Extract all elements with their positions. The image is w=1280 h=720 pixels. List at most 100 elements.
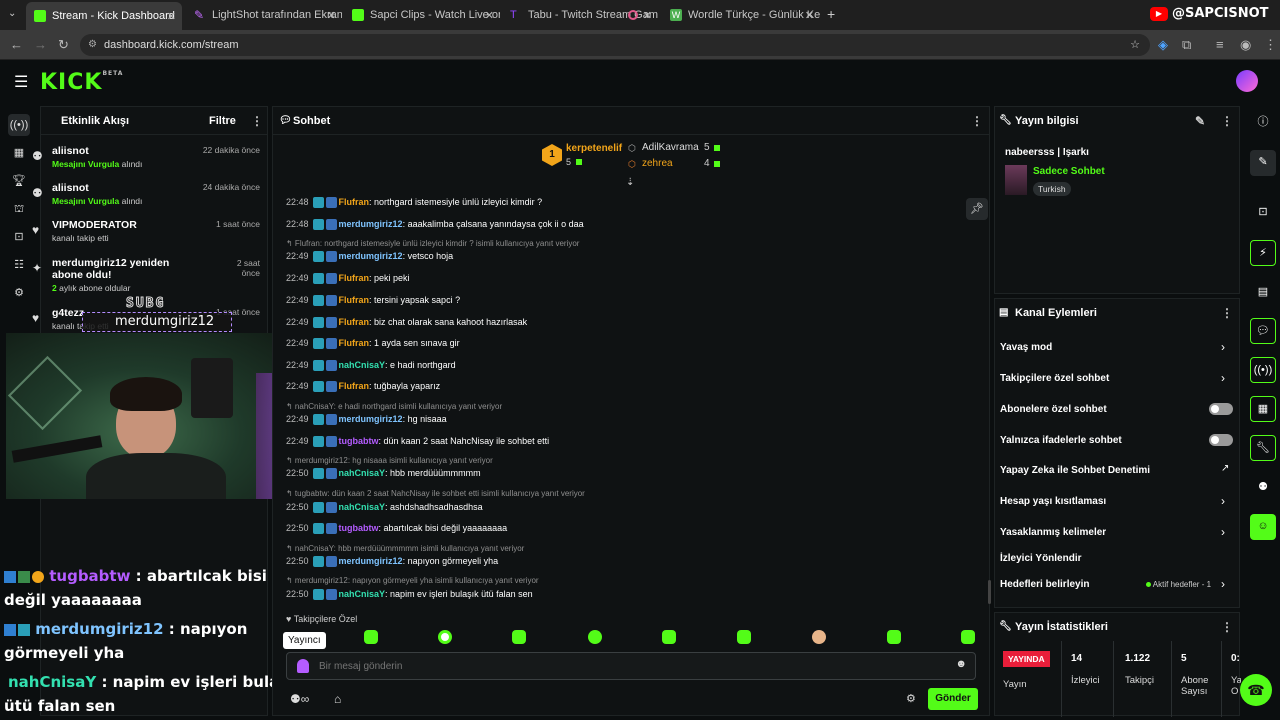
message-username[interactable]: merdumgiriz12 xyxy=(339,251,403,261)
activity-user[interactable]: merdumgiriz12 yeniden abone oldu! xyxy=(52,257,202,281)
reply-context[interactable]: ↰ tugbabtw: dün kaan 2 saat NahcNisay il… xyxy=(286,489,585,498)
tab-search-icon[interactable]: ⌄ xyxy=(8,8,16,19)
tab-close-icon[interactable]: ✕ xyxy=(643,9,652,22)
tab-close-icon[interactable]: ✕ xyxy=(485,9,494,22)
chat-message[interactable]: 22:50 nahCnisaY: ashdshadhsadhasdhsa xyxy=(286,502,483,514)
leader-name[interactable]: kerpetenelif xyxy=(566,143,622,154)
bookmark-star-icon[interactable]: ☆ xyxy=(1130,34,1140,56)
chat-message[interactable]: 22:50 tugbabtw: abartılcak bisi değil yaa… xyxy=(286,523,507,535)
message-username[interactable]: nahCnisaY xyxy=(339,502,386,512)
stream-category[interactable]: Sadece Sohbet xyxy=(1033,166,1105,177)
reply-context[interactable]: ↰ nahCnisaY: e hadi northgard isimli kul… xyxy=(286,402,502,411)
scrollbar[interactable] xyxy=(988,580,991,604)
tab-close-icon[interactable]: ✕ xyxy=(167,10,176,23)
chevron-right-icon[interactable]: › xyxy=(1221,494,1225,508)
more-options-icon[interactable]: ⋮ xyxy=(251,107,263,135)
external-link-icon[interactable]: ↗ xyxy=(1221,463,1229,474)
media-icon[interactable]: ≡ xyxy=(1216,37,1224,52)
message-username[interactable]: merdumgiriz12 xyxy=(339,219,403,229)
message-username[interactable]: Flufran xyxy=(339,381,370,391)
users-icon[interactable]: ☷ xyxy=(11,257,27,273)
kick-logo[interactable]: KICKBETA xyxy=(40,70,123,95)
points-icon[interactable]: ⚉∞ xyxy=(290,692,309,706)
stats-more-icon[interactable]: ⋮ xyxy=(1221,613,1233,641)
trophy-icon[interactable]: 🏆︎ xyxy=(11,173,27,189)
broadcast-popout-icon[interactable]: ((•)) xyxy=(1250,357,1276,383)
emote-icon[interactable] xyxy=(812,630,826,644)
chat-message[interactable]: 22:49 tugbabtw: dün kaan 2 saat NahcNisay… xyxy=(286,436,549,448)
forward-icon[interactable]: → xyxy=(34,37,47,52)
leader-name[interactable]: AdilKavrama xyxy=(642,142,699,153)
reply-context[interactable]: ↰ nahCnisaY: hbb merdüüümmmmm isimli kul… xyxy=(286,544,524,553)
lightning-icon[interactable]: ⚡︎ xyxy=(1250,240,1276,266)
profile-icon[interactable]: ◉ xyxy=(1240,37,1251,53)
chevron-right-icon[interactable]: › xyxy=(1221,371,1225,385)
back-icon[interactable]: ← xyxy=(10,37,23,52)
pin-icon[interactable]: 📌︎ xyxy=(966,198,988,220)
document-icon[interactable]: ▤ xyxy=(1250,280,1276,306)
community-popout-icon[interactable]: ⚉ xyxy=(1250,475,1276,501)
chat-message-input[interactable] xyxy=(319,658,939,674)
message-username[interactable]: Flufran xyxy=(339,338,370,348)
support-icon[interactable]: ☎ xyxy=(1240,674,1272,706)
emote-icon[interactable] xyxy=(512,630,526,644)
message-username[interactable]: Flufran xyxy=(339,317,370,327)
screen-capture-icon[interactable]: ⊡ xyxy=(1250,200,1276,226)
emote-icon[interactable] xyxy=(887,630,901,644)
chat-message[interactable]: 22:48 merdumgiriz12: aaakalimba çalsana y… xyxy=(286,219,584,231)
set-goals-action[interactable]: Hedefleri belirleyin xyxy=(1000,579,1089,590)
channel-actions-more-icon[interactable]: ⋮ xyxy=(1221,299,1233,327)
slow-mode-action[interactable]: Yavaş mod xyxy=(1000,342,1052,353)
reply-context[interactable]: ↰ Flufran: northgard istemesiyle ünlü iz… xyxy=(286,239,579,248)
followers-only-action[interactable]: Takipçilere özel sohbet xyxy=(1000,373,1109,384)
chat-message[interactable]: 22:49 nahCnisaY: e hadi northgard xyxy=(286,360,456,372)
url-field[interactable]: ⚙ dashboard.kick.com/stream ☆ xyxy=(80,34,1150,56)
subscribers-only-toggle[interactable] xyxy=(1209,403,1233,415)
tools-icon[interactable]: 🔧︎ xyxy=(1250,435,1276,461)
emote-icon[interactable] xyxy=(438,630,452,644)
emote-icon[interactable] xyxy=(961,630,975,644)
emote-icon[interactable] xyxy=(662,630,676,644)
tab-lightshot[interactable]: ✎ LightShot tarafından Ekran Gör ✕ xyxy=(186,4,342,26)
analytics-icon[interactable]: ▦ xyxy=(11,145,27,161)
chevron-right-icon[interactable]: › xyxy=(1221,577,1225,591)
chat-message[interactable]: 22:50 nahCnisaY: hbb merdüüümmmmm xyxy=(286,468,481,480)
reply-context[interactable]: ↰ merdumgiriz12: napıyon görmeyeli yha i… xyxy=(286,576,539,585)
emotes-only-toggle[interactable] xyxy=(1209,434,1233,446)
leader-name[interactable]: zehrea xyxy=(642,158,673,169)
chat-message[interactable]: 22:49 Flufran: peki peki xyxy=(286,273,410,285)
redirect-viewers-action[interactable]: İzleyici Yönlendir xyxy=(1000,553,1082,564)
info-icon[interactable]: ⓘ xyxy=(1250,110,1276,136)
tab-kick-dashboard[interactable]: Stream - Kick Dashboard ✕ xyxy=(26,2,182,30)
extension-icon[interactable]: ◈ xyxy=(1158,37,1168,53)
chevron-right-icon[interactable]: › xyxy=(1221,340,1225,354)
chat-message[interactable]: 22:49 merdumgiriz12: vetsco hoja xyxy=(286,251,453,263)
reply-context[interactable]: ↰ merdumgiriz12: hg nisaaa isimli kullan… xyxy=(286,456,493,465)
settings-icon[interactable]: ⚙ xyxy=(11,285,27,301)
community-icon[interactable]: ⛫ xyxy=(11,201,27,217)
banned-words-action[interactable]: Yasaklanmış kelimeler xyxy=(1000,527,1106,538)
bot-icon[interactable]: ☺ xyxy=(1250,514,1276,540)
chat-message[interactable]: 22:50 merdumgiriz12: napıyon görmeyeli yh… xyxy=(286,556,498,568)
tab-sapci-clips[interactable]: Sapci Clips - Watch Live on Kick ✕ xyxy=(344,4,500,26)
chat-message[interactable]: 22:49 Flufran: 1 ayda sen sınava gir xyxy=(286,338,460,350)
tab-tabu[interactable]: T Tabu - Twitch Stream Game ✕ xyxy=(502,4,658,26)
chat-message[interactable]: 22:49 Flufran: tuğbayla yaparız xyxy=(286,381,440,393)
chevron-right-icon[interactable]: › xyxy=(1221,525,1225,539)
message-username[interactable]: nahCnisaY xyxy=(339,360,386,370)
chat-message[interactable]: 22:48 Flufran: northgard istemesiyle ünlü… xyxy=(286,197,542,209)
message-username[interactable]: Flufran xyxy=(339,295,370,305)
message-username[interactable]: tugbabtw xyxy=(339,436,379,446)
emote-icon[interactable] xyxy=(364,630,378,644)
ai-moderation-action[interactable]: Yapay Zeka ile Sohbet Denetimi xyxy=(1000,465,1150,476)
chat-message[interactable]: 22:49 merdumgiriz12: hg nisaaa xyxy=(286,414,447,426)
chat-settings-icon[interactable]: ⚙ xyxy=(906,692,916,705)
account-age-action[interactable]: Hesap yaşı kısıtlaması xyxy=(1000,496,1106,507)
site-info-icon[interactable]: ⚙ xyxy=(88,34,97,56)
tab-close-icon[interactable]: ✕ xyxy=(805,9,814,22)
message-username[interactable]: nahCnisaY xyxy=(339,589,386,599)
stream-info-more-icon[interactable]: ⋮ xyxy=(1221,107,1233,135)
broadcast-icon[interactable]: ((•)) xyxy=(8,114,30,136)
message-username[interactable]: Flufran xyxy=(339,197,370,207)
chat-input-box[interactable]: ☻ xyxy=(286,652,976,680)
